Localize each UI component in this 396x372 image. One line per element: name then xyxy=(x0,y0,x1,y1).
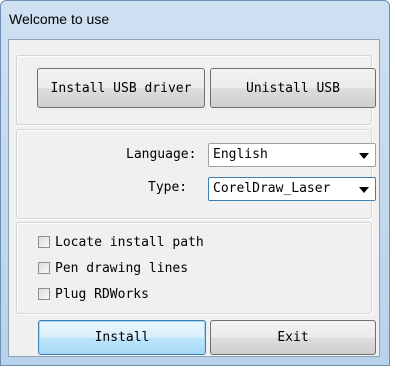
checkbox-label: Locate install path xyxy=(55,234,204,250)
uninstall-usb-button[interactable]: Unistall USB xyxy=(210,68,376,108)
install-button[interactable]: Install xyxy=(38,320,206,355)
language-value: English xyxy=(213,147,268,162)
type-select[interactable]: CorelDraw_Laser xyxy=(208,177,376,201)
checkbox[interactable] xyxy=(38,288,50,300)
window-title: Welcome to use xyxy=(9,11,110,27)
type-label: Type: xyxy=(148,180,188,195)
checkbox-label: Plug RDWorks xyxy=(55,286,149,302)
locate-install-path-option[interactable]: Locate install path xyxy=(38,233,204,251)
exit-button[interactable]: Exit xyxy=(210,320,376,355)
checkbox[interactable] xyxy=(38,262,50,274)
checkbox[interactable] xyxy=(38,236,50,248)
pen-drawing-lines-option[interactable]: Pen drawing lines xyxy=(38,259,188,277)
title-bar[interactable]: Welcome to use xyxy=(1,1,389,34)
checkbox-label: Pen drawing lines xyxy=(55,260,189,276)
language-label: Language: xyxy=(126,147,197,162)
type-value: CorelDraw_Laser xyxy=(213,181,331,196)
chevron-down-icon xyxy=(359,187,369,193)
language-select[interactable]: English xyxy=(208,143,376,167)
chevron-down-icon xyxy=(359,153,369,159)
plug-rdworks-option[interactable]: Plug RDWorks xyxy=(38,285,149,303)
install-usb-driver-button[interactable]: Install USB driver xyxy=(37,68,205,108)
